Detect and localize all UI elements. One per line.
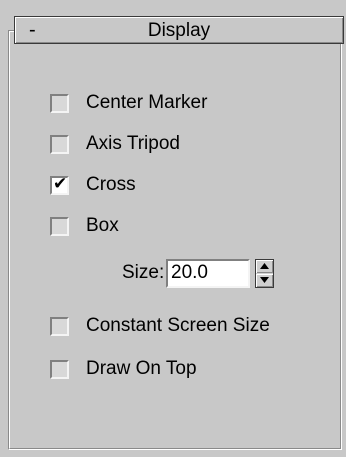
constant-screen-size-checkbox[interactable] — [50, 316, 69, 336]
size-spinner[interactable] — [255, 259, 274, 288]
center-marker-label: Center Marker — [86, 92, 208, 113]
box-checkbox-row[interactable]: Box — [50, 214, 119, 238]
axis-tripod-checkbox-row[interactable]: Axis Tripod — [50, 132, 180, 156]
display-rollout-panel: - Display Center Marker Axis Tripod ✔ Cr… — [0, 0, 346, 457]
spinner-up-arrow-icon — [260, 263, 269, 269]
display-rollout-header[interactable]: - Display — [14, 16, 344, 44]
cross-checkbox[interactable]: ✔ — [50, 173, 69, 195]
constant-screen-size-label: Constant Screen Size — [86, 315, 270, 336]
center-marker-checkbox-row[interactable]: Center Marker — [50, 91, 207, 115]
rollout-title: Display — [147, 20, 211, 41]
spinner-down-arrow-icon — [260, 277, 269, 283]
box-checkbox[interactable] — [50, 216, 69, 236]
cross-checkbox-row[interactable]: ✔ Cross — [50, 173, 136, 197]
center-marker-checkbox[interactable] — [50, 93, 69, 113]
size-label: Size: — [122, 262, 165, 283]
spinner-down-button[interactable] — [256, 274, 273, 287]
spinner-up-button[interactable] — [256, 260, 273, 273]
axis-tripod-label: Axis Tripod — [86, 133, 180, 154]
size-input[interactable]: 20.0 — [166, 259, 250, 288]
cross-label: Cross — [86, 174, 136, 195]
constant-screen-size-checkbox-row[interactable]: Constant Screen Size — [50, 314, 270, 338]
draw-on-top-checkbox-row[interactable]: Draw On Top — [50, 357, 197, 381]
axis-tripod-checkbox[interactable] — [50, 134, 69, 154]
box-label: Box — [86, 215, 119, 236]
draw-on-top-label: Draw On Top — [86, 358, 197, 379]
draw-on-top-checkbox[interactable] — [50, 359, 69, 379]
checkmark-icon: ✔ — [53, 173, 68, 194]
